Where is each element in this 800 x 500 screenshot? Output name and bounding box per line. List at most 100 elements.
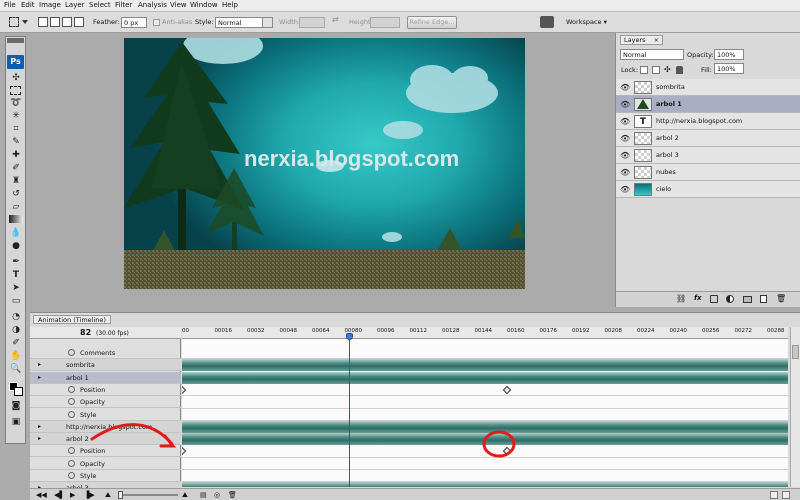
layer-row-arbol-2[interactable]: 👁 arbol 2 [616,130,800,147]
style-stopwatch-icon[interactable] [68,472,75,479]
history-brush-tool-icon[interactable]: ↺ [9,189,23,200]
layer-duration-bar[interactable] [182,420,788,433]
subtract-selection-icon[interactable] [62,17,72,27]
timeline-tab[interactable]: Animation (Timeline) [33,315,111,324]
layer-row-text[interactable]: 👁 T http://nerxia.blogspot.com [616,113,800,130]
delete-keyframe-icon[interactable]: 🗑 [228,491,237,499]
position-keyframe[interactable] [182,447,187,456]
visibility-eye-icon[interactable]: 👁 [620,168,630,177]
eraser-tool-icon[interactable]: ▱ [9,202,23,213]
layer-row-arbol-1[interactable]: 👁 arbol 1 [616,96,800,113]
layer-row-cielo[interactable]: 👁 cielo [616,181,800,198]
timeline-vertical-scrollbar[interactable] [790,327,800,487]
zoom-tool-icon[interactable]: 🔍 [9,364,23,375]
menu-filter[interactable]: Filter [115,1,132,9]
zoom-out-timeline-icon[interactable]: ⛰ [105,491,111,500]
tools-panel-grip[interactable] [7,38,24,43]
timeline-layer-row[interactable]: sombrita ▸ [30,359,181,372]
3d-orbit-tool-icon[interactable]: ◑ [9,325,23,336]
visibility-eye-icon[interactable]: 👁 [620,100,630,109]
menu-analysis[interactable]: Analysis [138,1,167,9]
position-stopwatch-icon[interactable] [68,447,75,455]
timeline-property-row[interactable]: Comments [30,347,181,359]
move-tool-icon[interactable]: ✣ [9,73,23,84]
playhead-handle[interactable] [345,333,353,340]
blur-tool-icon[interactable]: 💧 [9,228,23,239]
lock-all-icon[interactable] [676,66,683,74]
opacity-stopwatch-icon[interactable] [68,398,75,406]
visibility-eye-icon[interactable]: 👁 [620,151,630,160]
menu-layer[interactable]: Layer [65,1,85,9]
adjustment-layer-icon[interactable] [726,295,734,303]
position-keyframe[interactable] [502,385,512,395]
gradient-tool-icon[interactable] [9,215,23,223]
background-color-swatch[interactable] [14,387,23,396]
eyedropper-tool-icon[interactable]: ✎ [9,137,23,148]
style-dropdown-chevron-icon[interactable] [262,18,272,27]
shape-tool-icon[interactable]: ▭ [9,296,23,307]
layer-duration-bar[interactable] [182,433,788,446]
timeline-ruler[interactable]: 00 00016 00032 00048 00064 00080 00096 00112 001… [182,327,788,340]
timeline-property-row[interactable]: Style [30,409,181,421]
play-icon[interactable]: ▶ [70,491,75,499]
onion-skin-icon[interactable]: ◎ [214,491,220,499]
menu-file[interactable]: File [4,1,16,9]
first-frame-icon[interactable]: ◀◀ [36,491,47,499]
hand-tool-icon[interactable]: ✋ [9,351,23,362]
expand-triangle-icon[interactable]: ▸ [38,374,41,381]
tool-preset-chevron-icon[interactable] [22,20,28,24]
quick-mask-icon[interactable]: ◙ [9,401,23,412]
scroll-right-icon[interactable] [782,491,790,499]
comments-stopwatch-icon[interactable] [68,349,75,356]
lock-transparency-icon[interactable] [640,66,648,74]
layer-row-sombrita[interactable]: 👁 sombrita [616,79,800,96]
workspace-dock-icon[interactable] [540,16,554,28]
style-stopwatch-icon[interactable] [68,410,75,418]
fill-input[interactable]: 100% [714,63,744,74]
position-stopwatch-icon[interactable] [68,385,75,393]
menu-help[interactable]: Help [222,1,238,9]
lock-pixels-icon[interactable] [652,66,660,74]
3d-rotate-tool-icon[interactable]: ◔ [9,312,23,323]
timeline-track-area[interactable] [182,327,788,487]
feather-input[interactable]: 0 px [121,17,147,28]
menu-view[interactable]: View [170,1,187,9]
opacity-stopwatch-icon[interactable] [68,459,75,467]
menu-edit[interactable]: Edit [21,1,35,9]
expand-triangle-icon[interactable]: ▸ [38,361,41,368]
visibility-eye-icon[interactable]: 👁 [620,185,630,194]
timeline-property-row[interactable]: Position [30,445,181,458]
position-keyframe[interactable] [502,447,512,456]
scrollbar-thumb[interactable] [792,345,799,359]
timeline-property-row[interactable]: Style [30,470,181,482]
layer-row-nubes[interactable]: 👁 nubes [616,164,800,181]
magic-wand-tool-icon[interactable]: ✳ [9,111,23,122]
screen-mode-icon[interactable]: ▣ [9,417,23,428]
layer-duration-bar[interactable] [182,371,788,384]
layer-style-icon[interactable]: fx [694,294,702,302]
visibility-eye-icon[interactable]: 👁 [620,117,630,126]
expand-triangle-icon[interactable]: ▸ [38,435,41,442]
lock-position-icon[interactable]: ✣ [664,66,672,74]
brush-tool-icon[interactable]: ✐ [9,163,23,174]
intersect-selection-icon[interactable] [74,17,84,27]
menu-image[interactable]: Image [39,1,61,9]
document-canvas[interactable]: nerxia.blogspot.com [124,38,525,289]
visibility-eye-icon[interactable]: 👁 [620,83,630,92]
new-layer-icon[interactable] [760,295,767,303]
opacity-input[interactable]: 100% [714,49,744,60]
blend-mode-select[interactable]: Normal [620,49,684,60]
link-layers-icon[interactable]: ⛓ [676,294,686,303]
lasso-tool-icon[interactable]: ➰ [9,98,23,109]
new-group-icon[interactable] [743,296,752,303]
dodge-tool-icon[interactable]: ● [9,241,23,252]
antialias-checkbox[interactable] [153,19,160,26]
rectangular-marquee-tool-icon[interactable] [10,86,21,95]
layer-duration-bar[interactable] [182,482,788,487]
crop-tool-icon[interactable]: ⌗ [9,124,23,135]
new-selection-icon[interactable] [38,17,48,27]
add-selection-icon[interactable] [50,17,60,27]
delete-layer-icon[interactable]: 🗑 [776,294,786,303]
previous-frame-icon[interactable]: ◀▌ [54,491,65,499]
timeline-property-row[interactable]: Position [30,384,181,396]
